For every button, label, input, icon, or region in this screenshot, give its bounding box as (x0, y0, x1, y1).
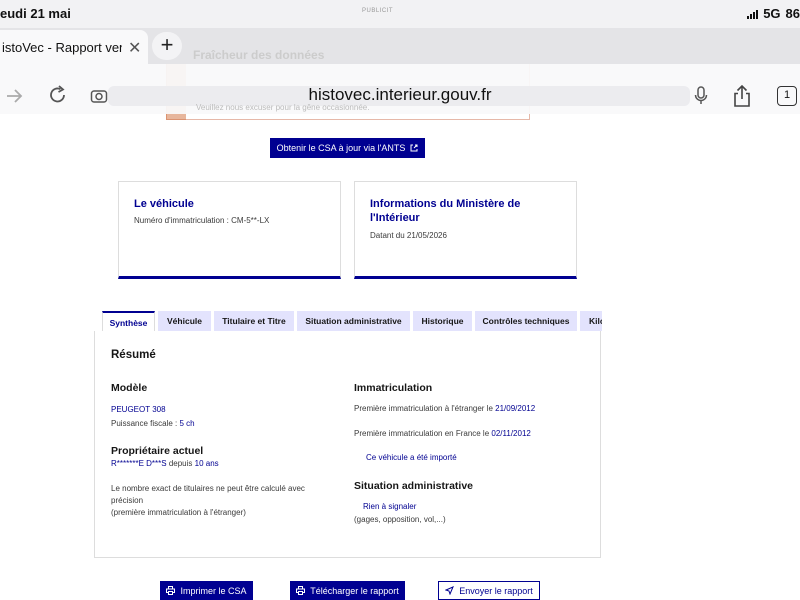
tab-controles[interactable]: Contrôles techniques (475, 311, 577, 331)
tab-kilometrage[interactable]: Kilo (580, 311, 602, 331)
situation-status: Rien à signaler (363, 502, 417, 511)
alert-title: Fraîcheur des données (193, 48, 325, 62)
send-report-label: Envoyer le rapport (459, 585, 533, 596)
proprietaire-heading: Propriétaire actuel (111, 445, 204, 457)
browser-tab-title: istoVec - Rapport vend (2, 39, 122, 55)
get-csa-label: Obtenir le CSA à jour via l'ANTS (276, 143, 406, 153)
imported-status: Ce véhicule a été importé (366, 453, 457, 462)
url-text[interactable]: histovec.interieur.gouv.fr (0, 85, 800, 105)
alert-text: Veuillez nous excuser pour la gêne occas… (196, 103, 370, 112)
vehicle-card-title: Le véhicule (134, 198, 194, 210)
status-bar: eudi 21 mai PUBLICIT 5G 86 (0, 0, 800, 28)
owner-note-1: Le nombre exact de titulaires ne peut êt… (111, 484, 305, 493)
owner-duration: 10 ans (194, 459, 219, 468)
situation-details: (gages, opposition, vol,...) (354, 515, 446, 524)
tab-situation[interactable]: Situation administrative (297, 311, 410, 331)
fiscal-power: Puissance fiscale : 5 ch (111, 419, 195, 428)
immatriculation-heading: Immatriculation (354, 382, 433, 394)
tab-titulaire[interactable]: Titulaire et Titre (214, 311, 294, 331)
report-tabs: Synthèse Véhicule Titulaire et Titre Sit… (102, 311, 602, 331)
ministry-card-date: Datant du 21/05/2026 (370, 231, 447, 240)
send-icon (445, 586, 455, 595)
foreign-registration-date: 21/09/2012 (495, 404, 536, 413)
owner-name: R*******E D***S (111, 459, 167, 468)
france-registration: Première immatriculation en France le 02… (354, 429, 531, 438)
close-tab-icon[interactable]: ✕ (128, 38, 141, 58)
download-report-label: Télécharger le rapport (310, 585, 399, 596)
ministry-card[interactable] (354, 181, 577, 279)
tab-synthese[interactable]: Synthèse (102, 311, 155, 331)
battery-label: 86 (785, 6, 800, 21)
network-label: 5G (763, 6, 781, 21)
vehicle-card-desc: Numéro d'immatriculation : CM-5**-LX (134, 216, 270, 225)
plate-number: CM-5**-LX (231, 216, 270, 225)
model-name: PEUGEOT 308 (111, 405, 166, 414)
send-report-button[interactable]: Envoyer le rapport (438, 581, 540, 600)
resume-heading: Résumé (111, 349, 156, 361)
situation-heading: Situation administrative (354, 480, 474, 492)
print-csa-button[interactable]: Imprimer le CSA (160, 581, 253, 600)
download-report-button[interactable]: Télécharger le rapport (290, 581, 405, 600)
signal-icon (747, 9, 759, 19)
owner-line: R*******E D***S depuis 10 ans (111, 459, 219, 468)
external-link-icon (410, 144, 418, 152)
tab-count-button[interactable]: 1 (777, 86, 797, 106)
vehicle-card[interactable] (118, 181, 341, 279)
share-icon[interactable] (733, 84, 751, 108)
print-icon (296, 586, 306, 595)
modele-heading: Modèle (111, 382, 148, 394)
foreign-registration: Première immatriculation à l'étranger le… (354, 404, 536, 413)
status-center-label: PUBLICIT (362, 8, 394, 14)
status-right: 5G 86 (747, 6, 800, 21)
france-registration-date: 02/11/2012 (491, 429, 531, 438)
browser-tab[interactable]: istoVec - Rapport vend ✕ (0, 30, 148, 64)
print-icon (166, 586, 176, 595)
status-date: eudi 21 mai (0, 6, 71, 21)
microphone-icon[interactable] (694, 86, 708, 106)
owner-note-3: (première immatriculation à l'étranger) (111, 508, 246, 517)
new-tab-button[interactable]: + (152, 32, 182, 60)
tab-strip: istoVec - Rapport vend ✕ + (0, 28, 800, 64)
ministry-card-title: Informations du Ministère de l'Intérieur (370, 198, 521, 224)
tab-vehicule[interactable]: Véhicule (158, 311, 211, 331)
tab-historique[interactable]: Historique (413, 311, 472, 331)
fiscal-power-value: 5 ch (179, 419, 195, 428)
print-csa-label: Imprimer le CSA (180, 585, 247, 596)
get-csa-button[interactable]: Obtenir le CSA à jour via l'ANTS (270, 138, 425, 158)
owner-note-2: précision (111, 496, 144, 505)
